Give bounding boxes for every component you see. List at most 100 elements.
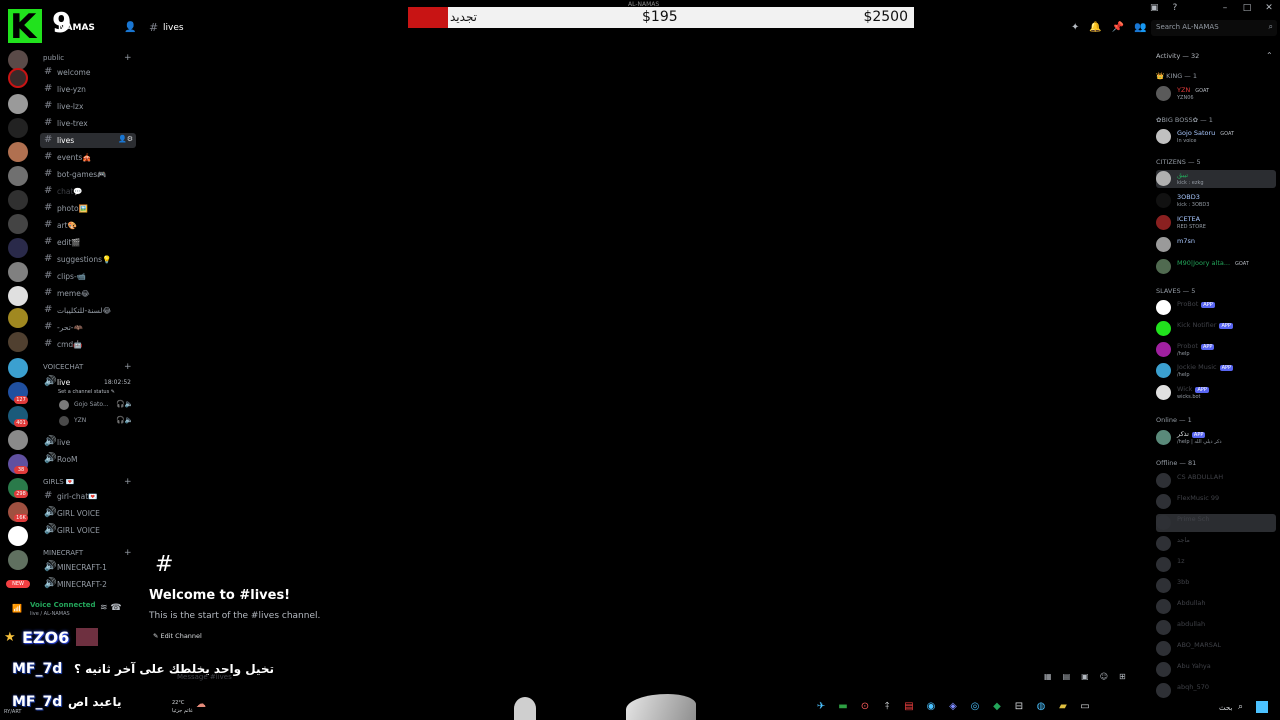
channel-item[interactable]: # -تحر-🦇: [40, 320, 136, 335]
close-icon[interactable]: ✕: [1258, 0, 1280, 18]
app-icon[interactable]: ◈: [946, 701, 960, 712]
server-icon[interactable]: [8, 142, 28, 162]
member-item[interactable]: abdullah: [1156, 619, 1276, 637]
member-item[interactable]: Wick APP wicks.bot: [1156, 384, 1276, 402]
server-icon[interactable]: [8, 332, 28, 352]
member-item[interactable]: abqh_570: [1156, 682, 1276, 700]
category-voicechat[interactable]: VOICECHAT: [43, 363, 83, 371]
server-icon[interactable]: [8, 358, 28, 378]
add-channel-icon[interactable]: +: [124, 53, 132, 63]
member-item[interactable]: ProBot APP: [1156, 299, 1276, 317]
member-item[interactable]: YZN GOAT YZN06: [1156, 85, 1276, 103]
gift-icon[interactable]: ▦: [1044, 672, 1052, 681]
voice-user[interactable]: YZN 🎧🔈: [56, 415, 136, 428]
member-item[interactable]: FlexMusic 99: [1156, 493, 1276, 511]
member-item[interactable]: ماجد: [1156, 535, 1276, 553]
channel-item[interactable]: # chat💬: [40, 184, 136, 199]
server-icon[interactable]: [8, 190, 28, 210]
add-user-icon[interactable]: 👤: [124, 22, 136, 33]
sticker-icon[interactable]: ▣: [1081, 672, 1089, 681]
edit-channel-button[interactable]: ✎ Edit Channel: [153, 632, 202, 640]
channel-item[interactable]: # clips-📹: [40, 269, 136, 284]
add-channel-icon[interactable]: +: [124, 548, 132, 558]
members-icon[interactable]: 👥: [1134, 22, 1146, 33]
member-item[interactable]: Prime Sch: [1156, 514, 1276, 532]
voice-channel[interactable]: 🔊 live: [40, 435, 136, 450]
server-icon[interactable]: [8, 118, 28, 138]
member-item[interactable]: Gojo Satoru GOAT In voice: [1156, 128, 1276, 146]
channel-item[interactable]: # photo🖼️: [40, 201, 136, 216]
member-item[interactable]: Abu Yahya: [1156, 661, 1276, 679]
server-icon[interactable]: [8, 214, 28, 234]
chevron-up-icon[interactable]: ⌃: [1266, 51, 1273, 60]
app-icon[interactable]: ⊙: [858, 701, 872, 712]
channel-item[interactable]: # suggestions💡: [40, 252, 136, 267]
app-icon[interactable]: ✈: [814, 701, 828, 712]
server-icon[interactable]: [8, 50, 28, 70]
inbox-icon[interactable]: ▣: [1150, 3, 1159, 13]
folder-icon[interactable]: ▰: [1056, 701, 1070, 712]
voice-channel[interactable]: 🔊 RooM: [40, 452, 136, 467]
member-item[interactable]: 1z: [1156, 556, 1276, 574]
search-input[interactable]: Search AL-NAMAS ⌕: [1151, 20, 1277, 36]
channel-item[interactable]: # live-trex: [40, 116, 136, 131]
app-icon[interactable]: ▤: [902, 701, 916, 712]
tray-search-label[interactable]: بحث: [1219, 704, 1232, 712]
pin-icon[interactable]: 📌: [1112, 22, 1124, 33]
voice-channel[interactable]: 🔊 GIRL VOICE: [40, 523, 136, 538]
edge-icon[interactable]: ◍: [1034, 701, 1048, 712]
channel-item-active[interactable]: # lives 👤⚙: [40, 133, 136, 148]
channel-item[interactable]: # events🎪: [40, 150, 136, 165]
member-item[interactable]: Jockie Music APP/help: [1156, 362, 1276, 380]
member-item[interactable]: Probot APP/help: [1156, 341, 1276, 359]
server-icon[interactable]: [8, 94, 28, 114]
app-icon[interactable]: ⤉: [880, 701, 894, 712]
member-item[interactable]: تذكر APP/help | ذكر ذيلي الله: [1156, 429, 1276, 447]
member-item[interactable]: ABO_MARSAL: [1156, 640, 1276, 658]
server-icon[interactable]: [8, 550, 28, 570]
emoji-icon[interactable]: ☺: [1100, 672, 1108, 681]
app-icon[interactable]: ▭: [1078, 701, 1092, 712]
server-icon[interactable]: [8, 430, 28, 450]
server-icon[interactable]: [8, 262, 28, 282]
bell-icon[interactable]: 🔔: [1089, 22, 1101, 33]
channel-item[interactable]: # live-lzx: [40, 99, 136, 114]
member-item[interactable]: CS ABDULLAH: [1156, 472, 1276, 490]
channel-item[interactable]: # cmd🤖: [40, 337, 136, 352]
channel-item[interactable]: # art🎨: [40, 218, 136, 233]
server-icon[interactable]: [8, 526, 28, 546]
windows-start-icon[interactable]: [1256, 701, 1268, 713]
app-icon[interactable]: ▬: [836, 701, 850, 712]
server-icon[interactable]: [8, 166, 28, 186]
message-input[interactable]: Message #lives: [145, 666, 1135, 688]
server-icon[interactable]: [8, 68, 28, 88]
member-item[interactable]: Kick Notifier APP: [1156, 320, 1276, 338]
server-icon[interactable]: [8, 238, 28, 258]
channel-item[interactable]: # meme😂: [40, 286, 136, 301]
steam-icon[interactable]: ◉: [924, 701, 938, 712]
gif-icon[interactable]: ▤: [1063, 672, 1071, 681]
member-item[interactable]: تيبق kick : ezkg: [1156, 170, 1276, 188]
member-item[interactable]: 3OBD3 kick : 3OBD3: [1156, 192, 1276, 210]
member-item[interactable]: Abdullah: [1156, 598, 1276, 616]
voice-channel[interactable]: 🔊 GIRL VOICE: [40, 506, 136, 521]
activity-header[interactable]: Activity — 32: [1156, 52, 1199, 60]
category-girls[interactable]: GIRLS 💌: [43, 478, 75, 486]
server-icon[interactable]: [8, 308, 28, 328]
channel-item[interactable]: # لسنة-للتكليبات😂: [40, 303, 136, 318]
channel-item[interactable]: # bot-games🎮: [40, 167, 136, 182]
server-icon[interactable]: [8, 286, 28, 306]
voice-channel[interactable]: 🔊 MINECRAFT-2: [40, 577, 136, 592]
voice-channel[interactable]: 🔊 MINECRAFT-1: [40, 560, 136, 575]
apps-icon[interactable]: ⊞: [1119, 672, 1126, 681]
search-icon[interactable]: ⌕: [1238, 702, 1243, 712]
channel-item[interactable]: # welcome: [40, 65, 136, 80]
channel-item[interactable]: # live-yzn: [40, 82, 136, 97]
maximize-icon[interactable]: □: [1236, 0, 1258, 18]
voice-user[interactable]: Gojo Sato... 🎧🔈: [56, 399, 136, 412]
category-public[interactable]: public: [43, 54, 64, 62]
member-item[interactable]: m7sn: [1156, 236, 1276, 254]
help-icon[interactable]: ?: [1173, 3, 1178, 13]
add-channel-icon[interactable]: +: [124, 362, 132, 372]
app-icon[interactable]: ◎: [968, 701, 982, 712]
